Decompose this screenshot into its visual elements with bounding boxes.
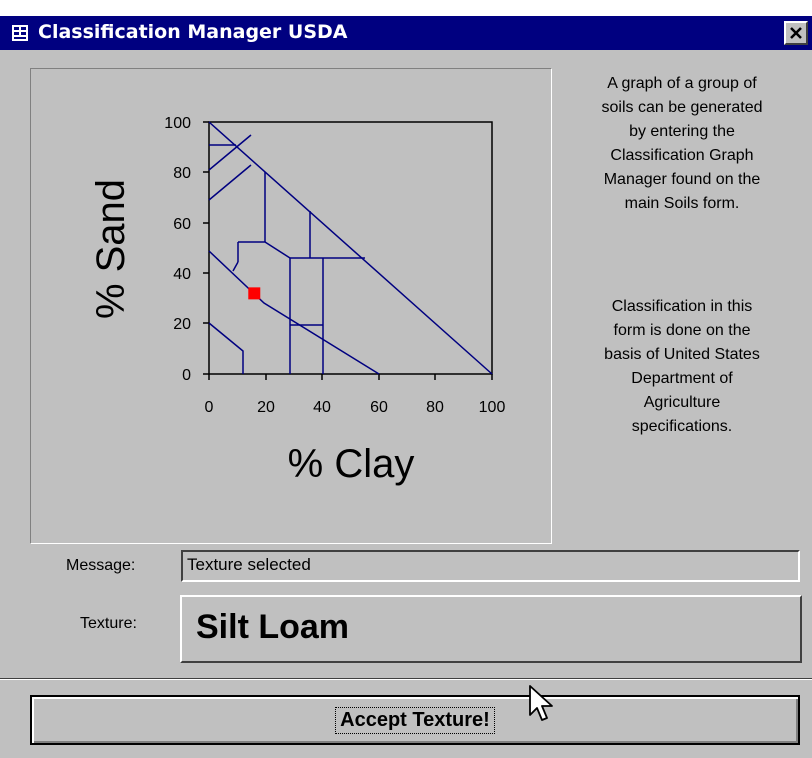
form-icon <box>12 25 28 41</box>
form-body: 0 20 40 60 80 100 100 80 60 40 20 0 % Cl… <box>0 50 812 758</box>
y-tick-label: 60 <box>173 216 191 233</box>
y-tick-label: 80 <box>173 165 191 182</box>
accept-texture-button[interactable]: Accept Texture! <box>30 695 800 745</box>
y-tick-label: 20 <box>173 316 191 333</box>
texture-triangle-svg[interactable]: 0 20 40 60 80 100 100 80 60 40 20 0 % Cl… <box>31 69 551 543</box>
close-icon <box>790 27 802 39</box>
message-label: Message: <box>66 557 136 574</box>
y-axis-title: % Sand <box>89 179 133 319</box>
x-tick-label: 20 <box>257 399 275 416</box>
texture-field[interactable]: Silt Loam <box>180 595 802 663</box>
mouse-pointer-icon <box>529 685 553 721</box>
classification-manager-window: Classification Manager USDA 0 20 40 60 8… <box>0 16 812 758</box>
tick-marks <box>203 121 493 380</box>
y-tick-label: 100 <box>164 115 191 132</box>
x-tick-label: 60 <box>370 399 388 416</box>
graph-help-text: A graph of a group of soils can be gener… <box>601 75 763 212</box>
y-tick-label: 40 <box>173 266 191 283</box>
separator-highlight <box>0 679 812 680</box>
x-tick-label: 40 <box>313 399 331 416</box>
x-axis-title: % Clay <box>288 442 415 486</box>
title-bar[interactable]: Classification Manager USDA <box>0 16 812 50</box>
x-tick-label: 100 <box>479 399 506 416</box>
close-button[interactable] <box>784 21 808 45</box>
x-tick-label: 0 <box>205 399 214 416</box>
accept-texture-button-label: Accept Texture! <box>335 707 495 734</box>
y-tick-label: 0 <box>182 367 191 384</box>
texture-boundaries <box>208 121 493 375</box>
texture-triangle-graph[interactable]: 0 20 40 60 80 100 100 80 60 40 20 0 % Cl… <box>30 68 552 544</box>
message-field[interactable]: Texture selected <box>181 550 800 582</box>
texture-label: Texture: <box>80 615 137 632</box>
selected-texture-marker <box>248 287 261 300</box>
window-title: Classification Manager USDA <box>38 21 348 43</box>
x-tick-label: 80 <box>426 399 444 416</box>
classification-basis-text: Classification in this form is done on t… <box>604 298 760 435</box>
